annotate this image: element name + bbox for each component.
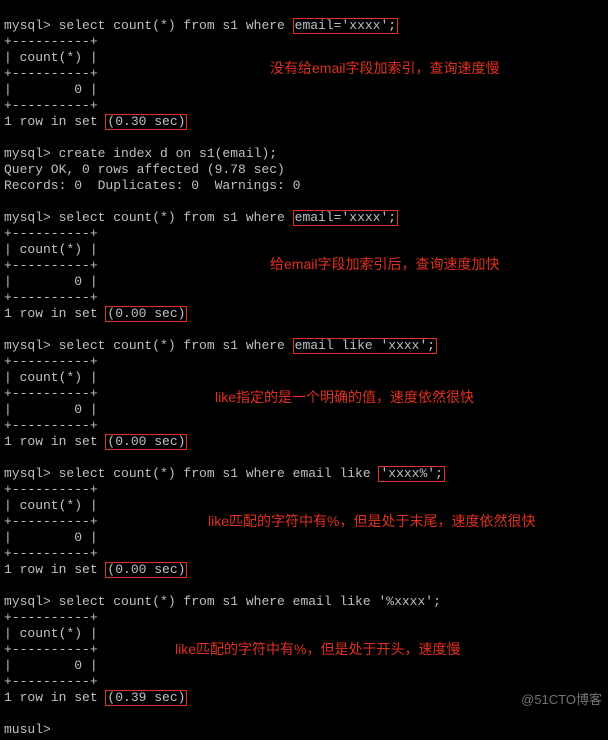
timing-row: 1 row in set (0.30 sec) [4,114,187,129]
terminal-output: mysql> select count(*) from s1 where ema… [0,0,608,740]
count-value: | 0 | [4,82,98,97]
q4-time-box: (0.00 sec) [105,562,187,578]
q1-line: mysql> select count(*) from s1 where ema… [4,18,398,33]
comment-3: like指定的是一个明确的值，速度依然很快 [215,389,474,405]
divider: +----------+ [4,610,98,625]
divider: +----------+ [4,258,98,273]
watermark: @51CTO博客 [521,692,602,708]
divider: +----------+ [4,514,98,529]
count-header: | count(*) | [4,626,98,641]
divider: +----------+ [4,34,98,49]
divider: +----------+ [4,98,98,113]
q1-predicate-box: email='xxxx'; [293,18,398,34]
timing-row: 1 row in set (0.00 sec) [4,434,187,449]
q4-line: mysql> select count(*) from s1 where ema… [4,466,445,481]
divider: +----------+ [4,290,98,305]
timing-row: 1 row in set (0.00 sec) [4,562,187,577]
comment-4: like匹配的字符中有%，但是处于末尾，速度依然很快 [208,513,535,529]
q3-time-box: (0.00 sec) [105,434,187,450]
timing-row: 1 row in set (0.00 sec) [4,306,187,321]
divider: +----------+ [4,482,98,497]
q5-line: mysql> select count(*) from s1 where ema… [4,594,441,609]
count-header: | count(*) | [4,498,98,513]
divider: +----------+ [4,546,98,561]
count-header: | count(*) | [4,50,98,65]
q1-time-box: (0.30 sec) [105,114,187,130]
q3-predicate-box: email like 'xxxx'; [293,338,437,354]
count-value: | 0 | [4,274,98,289]
comment-5: like匹配的字符中有%，但是处于开头，速度慢 [175,641,460,657]
trailing-prompt: musul> [4,722,51,737]
count-value: | 0 | [4,530,98,545]
divider: +----------+ [4,642,98,657]
divider: +----------+ [4,386,98,401]
q5-time-box: (0.39 sec) [105,690,187,706]
count-header: | count(*) | [4,242,98,257]
count-value: | 0 | [4,658,98,673]
create-out1: Query OK, 0 rows affected (9.78 sec) [4,162,285,177]
q2-line: mysql> select count(*) from s1 where ema… [4,210,398,225]
divider: +----------+ [4,354,98,369]
divider: +----------+ [4,674,98,689]
divider: +----------+ [4,66,98,81]
divider: +----------+ [4,226,98,241]
create-out2: Records: 0 Duplicates: 0 Warnings: 0 [4,178,300,193]
q3-line: mysql> select count(*) from s1 where ema… [4,338,437,353]
count-header: | count(*) | [4,370,98,385]
q4-predicate-box: 'xxxx%'; [378,466,444,482]
q2-predicate-box: email='xxxx'; [293,210,398,226]
timing-row: 1 row in set (0.39 sec) [4,690,187,705]
create-index: mysql> create index d on s1(email); [4,146,277,161]
comment-2: 给email字段加索引后，查询速度加快 [270,256,499,272]
count-value: | 0 | [4,402,98,417]
divider: +----------+ [4,418,98,433]
q2-time-box: (0.00 sec) [105,306,187,322]
comment-1: 没有给email字段加索引，查询速度慢 [270,60,499,76]
